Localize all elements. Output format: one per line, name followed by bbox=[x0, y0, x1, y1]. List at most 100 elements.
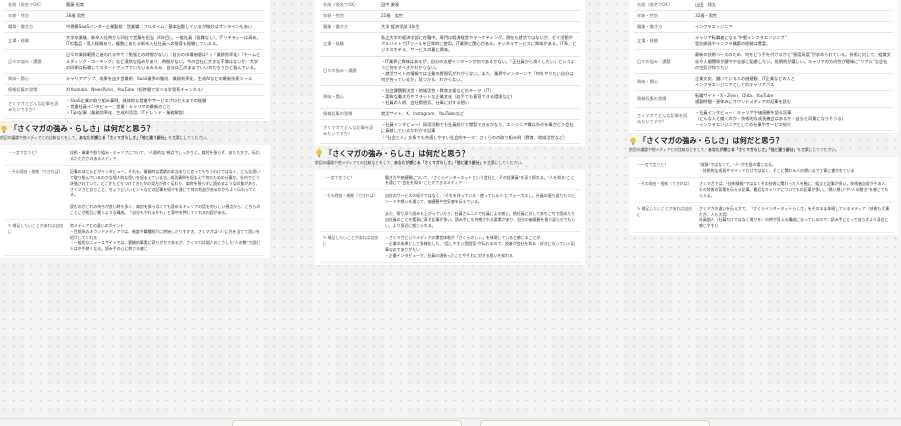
profile-card: 名前（仮名でOK） 齋藤 拓哉 年齢・性別 28歳 男性 職業・働き方 中規模SaaSベン… bbox=[0, 0, 270, 122]
qa-table: ・一言で言うと？ 技術・事業や取り組み・キャリアについて、"人間的な"視点でしっか… bbox=[5, 147, 265, 257]
qa-answer[interactable]: 自社のサービスの紹介ではなく、"それを作っている・使っている人"にフォーカスし、… bbox=[382, 189, 580, 233]
qa-question: ・一言で言うと？ bbox=[5, 147, 67, 166]
profile-row: さくマガでどんな記事を読みたいですか？ ・SaaS企業の取り組み事例、具体的な営業… bbox=[5, 95, 265, 120]
qa-row: ・一言で言うと？ "欲張"ではなくて、"人"が主役の場となる。 ・技術的な成長やマ… bbox=[634, 159, 894, 179]
qa-answer[interactable]: 働き方や価値観について、"さくらインターネットという会社と、その従業員"を深く探… bbox=[382, 171, 580, 191]
profile-value[interactable]: 田中 美咲 bbox=[378, 0, 580, 12]
profile-value[interactable]: ・社員インタビュー！採用活動でも社員紹介で閲覧できるかなら、エンジニア職以外の仕… bbox=[378, 119, 580, 144]
profile-value[interactable]: インフラエンジニア bbox=[692, 21, 894, 34]
profile-key: 日々の悩み・課題 bbox=[5, 49, 63, 74]
profile-card: 名前（仮名でOK） 田中 美咲 年齢・性別 21歳 女性 職業・働き方 大学 経済学部 3… bbox=[315, 0, 585, 146]
section-title: 「さくマガの強み・らしさ」は何だと思う？ bbox=[315, 146, 585, 160]
profile-key: 日々の悩み・課題 bbox=[634, 49, 692, 74]
qa-question: ✎ 補足したいことがあれば自由に bbox=[320, 231, 382, 263]
profile-value[interactable]: ・社員インタビュー：キャリアや価値観を語る記事 （どんな人と働くのか・技術的な成… bbox=[692, 107, 894, 132]
section-description: 前回の議論や他メディアとの比較なとをして、あなたが感じる「さくマガらしさ」「他と… bbox=[315, 159, 525, 165]
profile-row: 日々の悩み・課題 ・IT業界に興味はあるが、自分の志望インターンが何であるかない。… bbox=[320, 56, 580, 86]
profile-value[interactable]: 山田 翔太 bbox=[692, 0, 894, 12]
qa-answer[interactable]: "欲張"ではなくて、"人"が主役の場となる。 ・技術的な成長やマインドだけではな… bbox=[696, 159, 894, 179]
qa-table: ・一言で言うと？ 働き方や価値観について、"さくらインターネットという会社と、その… bbox=[320, 171, 580, 263]
qa-table: ・一言で言うと？ "欲張"ではなくて、"人"が主役の場となる。 ・技術的な成長やマ… bbox=[634, 159, 894, 234]
profile-row: 年齢・性別 21歳 女性 bbox=[320, 10, 580, 23]
qa-answer[interactable]: 記事のほとんどがインタビュー。それも、業務的な実績の本当本りと言ってもちうわけで… bbox=[67, 165, 265, 220]
qa-row: ・一言で言うと？ 技術・事業や取り組み・キャリアについて、"人間的な"視点でしっか… bbox=[5, 147, 265, 166]
qa-row: ✎ 補足したいことがあれば自由に ・さくマガというメディアの運営体制が「さくらのし… bbox=[320, 231, 580, 263]
profile-value[interactable]: 32歳・男性 bbox=[692, 10, 894, 23]
qa-answer[interactable]: 他メディアとの違いのポイント ・目前系のオウンドメディアでは、制度や職種紹介に終… bbox=[67, 219, 265, 257]
profile-key: さくマガでどんな記事を読みたいですか？ bbox=[634, 107, 692, 132]
qa-row: ・その理由・根拠（できれば） 記事のほとんどがインタビュー。それも、業務的な実績の… bbox=[5, 165, 265, 220]
profile-table: 名前（仮名でOK） 齋藤 拓哉 年齢・性別 28歳 男性 職業・働き方 中規模SaaSベン… bbox=[5, 0, 265, 120]
profile-value[interactable]: 中規模SaaSベンダー企業勤務 営業職／フルタイム／基本出勤しているが微妙はオン… bbox=[63, 21, 265, 34]
qa-row: ✎ 補足したいことがあれば自由に さくマガの違いを伝え方で、「さくらインターネット… bbox=[634, 202, 894, 234]
profile-row: 情報収集の習慣 転職サイト・X・Zenn、Qiita、YouTube 通勤時間・昼… bbox=[634, 90, 894, 109]
qa-answer[interactable]: ・さくマガというメディアの運営体制が「さくらのしぃ」を体現していると感じることが… bbox=[382, 231, 580, 263]
profile-row: 職業・働き方 大学 経済学部 3年生 bbox=[320, 21, 580, 34]
profile-value[interactable]: 私立大学の経済学部に在籍中。専門は経済経営やマーケティング。現在も就活ではないが… bbox=[378, 32, 580, 57]
profile-row: 立場・経験 大学卒業後、新卒入社時から同社で営業を担当（4年目）。一般社員（役職な… bbox=[5, 32, 265, 51]
profile-key: 立場・経験 bbox=[634, 32, 692, 51]
profile-value[interactable]: 最新の技術ベースのため、何をどう手を付けるかと"感度高度"が求められている。技術… bbox=[692, 49, 894, 74]
lightbulb-icon bbox=[1, 125, 7, 133]
profile-row: 職業・働き方 インフラエンジニア bbox=[634, 21, 894, 34]
profile-table: 名前（仮名でOK） 田中 美咲 年齢・性別 21歳 女性 職業・働き方 大学 経済学部 3… bbox=[320, 0, 580, 144]
profile-row: 名前（仮名でOK） 山田 翔太 bbox=[634, 0, 894, 12]
profile-value[interactable]: ・IT業界に興味はあるが、自分の志望インターンが何であるかない。「正社員から良く… bbox=[378, 56, 580, 86]
profile-value[interactable]: 転職サイト・X・Zenn、Qiita、YouTube 通勤時間・昼休みにオウンド… bbox=[692, 90, 894, 109]
section-title-text: 「さくマガの強み・らしさ」は何だと思う？ bbox=[639, 136, 783, 146]
profile-key: 情報収集の習慣 bbox=[320, 108, 378, 121]
profile-row: 年齢・性別 32歳・男性 bbox=[634, 10, 894, 23]
qa-question: ・一言で言うと？ bbox=[634, 159, 696, 179]
profile-row: 立場・経験 キャリア転職者になる"中堅インフラエンジニア" 受託開発やインフラ構築… bbox=[634, 32, 894, 51]
qa-question: ・その理由・根拠（できれば） bbox=[634, 177, 696, 203]
profile-key: 名前（仮名でOK） bbox=[5, 0, 63, 12]
qa-row: ✎ 補足したいことがあれば自由に 他メディアとの違いのポイント ・目前系のオウンド… bbox=[5, 219, 265, 257]
qa-question: ✎ 補足したいことがあれば自由に bbox=[5, 219, 67, 257]
section-description: 前回の議論や他メディアとの比較なとをして、あなたが感じる「さくマガらしさ」「他と… bbox=[0, 135, 210, 141]
profile-row: 興味・関心 企業文化、働いている人の価値観、IT企業などの人と インフラエンジニア… bbox=[634, 73, 894, 91]
profile-key: さくマガでどんな記事を読みたいですか？ bbox=[5, 95, 63, 120]
profile-key: 興味・関心 bbox=[5, 73, 63, 85]
section-title-text: 「さくマガの強み・らしさ」は何だと思う？ bbox=[10, 124, 154, 134]
lightbulb-icon bbox=[316, 149, 322, 157]
profile-key: 年齢・性別 bbox=[5, 10, 63, 23]
profile-row: さくマガでどんな記事を読みたいですか？ ・社員インタビュー！採用活動でも社員紹介で… bbox=[320, 119, 580, 144]
toolbar-pill-left[interactable] bbox=[232, 420, 462, 426]
profile-value[interactable]: キャリア転職者になる"中堅インフラエンジニア" 受託開発やインフラ構築の経験は豊… bbox=[692, 32, 894, 51]
profile-row: 日々の悩み・課題 日々の業務範囲に迷われる中で『勉強との時間がない』『自分の市場価… bbox=[5, 49, 265, 74]
qa-answer[interactable]: さくマガの違いを伝え方で、「さくらインターネットらしさ」をそのまま体現しているメ… bbox=[696, 202, 894, 234]
profile-row: 情報収集の習慣 就活サイト、X、Instagram、YouTubeなど bbox=[320, 108, 580, 121]
profile-row: 情報収集の習慣 X/Youtube、NewsPicks、YouTube（短時間で学… bbox=[5, 84, 265, 96]
profile-key: 職業・働き方 bbox=[634, 21, 692, 34]
profile-value[interactable]: 齋藤 拓哉 bbox=[63, 0, 265, 12]
profile-key: 情報収集の習慣 bbox=[5, 84, 63, 96]
profile-row: 名前（仮名でOK） 田中 美咲 bbox=[320, 0, 580, 12]
qa-row: ・その理由・根拠（できれば） 自社のサービスの紹介ではなく、"それを作っている・使… bbox=[320, 189, 580, 233]
profile-row: 興味・関心 キャリアアップ、成果を出す営業術、SaaS業界の動向、業務効率化、生成… bbox=[5, 73, 265, 85]
section-title: 「さくマガの強み・らしさ」は何だと思う？ bbox=[629, 133, 899, 147]
profile-value[interactable]: 就活サイト、X、Instagram、YouTubeなど bbox=[378, 108, 580, 121]
qa-answer[interactable]: 技術・事業や取り組み・キャリアについて、"人間的な"視点でしっかりと。肩肘を張ら… bbox=[67, 147, 265, 166]
qa-card: ・一言で言うと？ "欲張"ではなくて、"人"が主役の場となる。 ・技術的な成長やマ… bbox=[629, 157, 899, 236]
profile-key: 情報収集の習慣 bbox=[634, 90, 692, 109]
profile-value[interactable]: 28歳 男性 bbox=[63, 10, 265, 23]
profile-row: さくマガでどんな記事を読みたいですか？ ・社員インタビュー：キャリアや価値観を語る… bbox=[634, 107, 894, 132]
profile-key: 興味・関心 bbox=[320, 85, 378, 110]
profile-value[interactable]: 日々の業務範囲に迷われる中で『勉強との時間がない』『自分の市場価値は？』『業務効… bbox=[63, 49, 265, 74]
profile-key: 興味・関心 bbox=[634, 73, 692, 91]
toolbar-pill-right[interactable] bbox=[480, 420, 710, 426]
profile-value[interactable]: 企業文化、働いている人の価値観、IT企業などの人と インフラエンジニアとしてのキ… bbox=[692, 73, 894, 91]
persona-column-2: 名前（仮名でOK） 田中 美咲 年齢・性別 21歳 女性 職業・働き方 大学 経済学部 3… bbox=[315, 0, 585, 265]
qa-question: ・一言で言うと？ bbox=[320, 171, 382, 191]
qa-answer[interactable]: さくマガでは、"技術情報"ではなくその技術に関わった人を軸に、組立と記事が多い。… bbox=[696, 177, 894, 203]
profile-key: 名前（仮名でOK） bbox=[320, 0, 378, 12]
profile-value[interactable]: X/Youtube、NewsPicks、YouTube（短時間で学べる学習系チャ… bbox=[63, 84, 265, 96]
profile-value[interactable]: 大学 経済学部 3年生 bbox=[378, 21, 580, 34]
profile-row: 日々の悩み・課題 最新の技術ベースのため、何をどう手を付けるかと"感度高度"が求め… bbox=[634, 49, 894, 74]
profile-value[interactable]: キャリアアップ、成果を出す営業術、SaaS業界の動向、業務効率化、生成AIなどの… bbox=[63, 73, 265, 85]
profile-value[interactable]: ・社会課題解決型・地域活性・教育支援などのテーマ（IT） ・柔軟な働き方やフラッ… bbox=[378, 85, 580, 110]
profile-value[interactable]: 21歳 女性 bbox=[378, 10, 580, 23]
profile-value[interactable]: 大学卒業後、新卒入社時から同社で営業を担当（4年目）。一般社員（役職なし）。IT… bbox=[63, 32, 265, 51]
profile-table: 名前（仮名でOK） 山田 翔太 年齢・性別 32歳・男性 職業・働き方 インフラエンジニア… bbox=[634, 0, 894, 132]
profile-value[interactable]: ・SaaS企業の取り組み事例、具体的な営業やサービスプロセスまでの経験 ・営業社… bbox=[63, 95, 265, 120]
